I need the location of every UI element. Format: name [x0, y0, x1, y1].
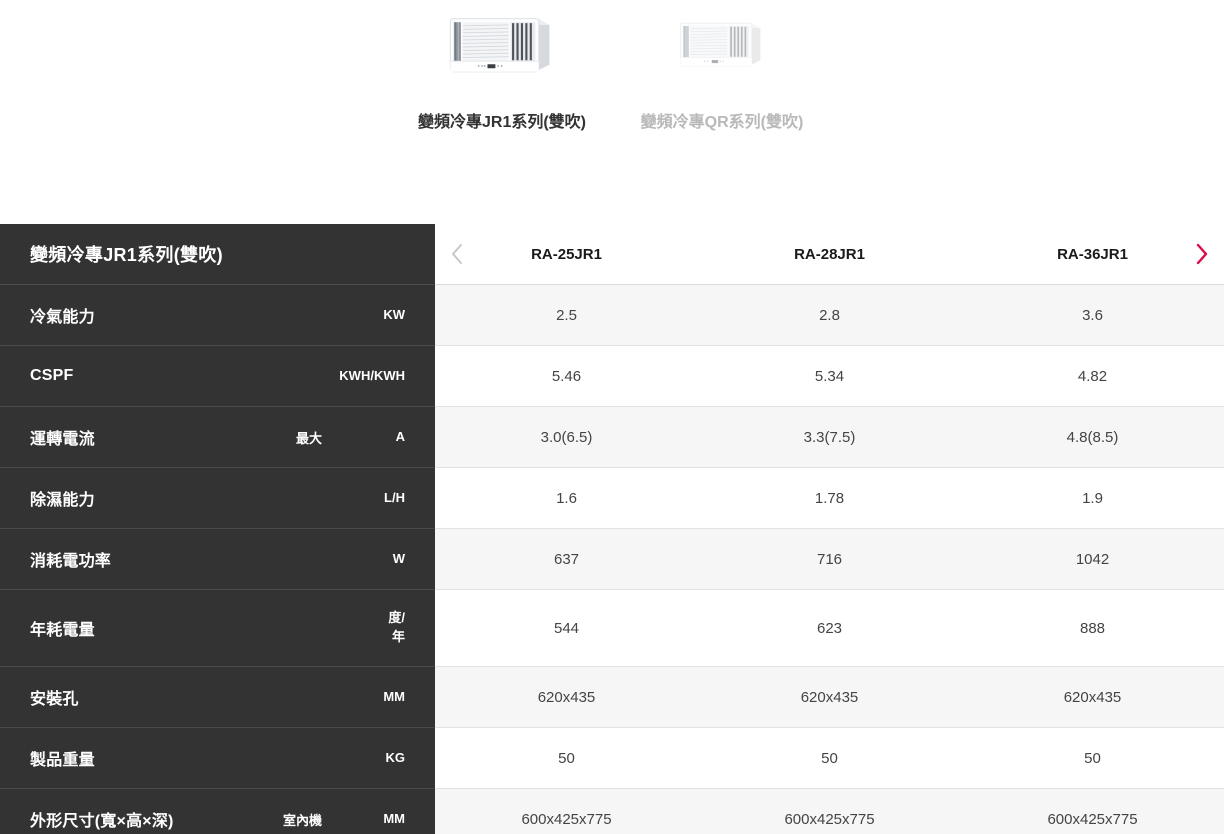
spec-value: 637	[553, 550, 580, 568]
spec-row: 安裝孔 MM 620x435 620x435 620x435	[0, 667, 1224, 728]
spec-values-row: 5.46 5.34 4.82	[435, 346, 1224, 407]
spec-label-cell: 年耗電量 度/ 年	[0, 590, 435, 667]
spec-label-cell: 外形尺寸(寬×高×深) 室內機 MM	[0, 789, 435, 834]
spec-value: 3.3(7.5)	[803, 428, 856, 446]
spec-value: 2.5	[556, 306, 577, 324]
spec-value: 600x425x775	[1047, 810, 1138, 828]
model-column-header: RA-25JR1	[531, 245, 602, 263]
spec-value: 623	[816, 619, 843, 637]
spec-row: CSPF KWH/KWH 5.46 5.34 4.82	[0, 346, 1224, 407]
spec-value: 1.6	[556, 489, 577, 507]
spec-value: 5.46	[551, 367, 582, 385]
spec-value: 716	[816, 550, 843, 568]
spec-label-cell: 消耗電功率 W	[0, 529, 435, 590]
spec-value: 3.0(6.5)	[540, 428, 593, 446]
spec-values-row: 544 623 888	[435, 590, 1224, 667]
chevron-right-icon	[1196, 243, 1208, 265]
spec-value: 544	[553, 619, 580, 637]
spec-row: 年耗電量 度/ 年 544 623 888	[0, 590, 1224, 667]
product-image-jr1	[445, 8, 560, 96]
spec-sublabel: 最大	[295, 430, 322, 446]
spec-values-row: 620x435 620x435 620x435	[435, 667, 1224, 728]
spec-unit: MM	[383, 688, 405, 704]
spec-value: 620x435	[800, 688, 859, 706]
spec-value: 4.82	[1077, 367, 1108, 385]
spec-values-row: 2.5 2.8 3.6	[435, 285, 1224, 346]
spec-label-cell: 製品重量 KG	[0, 728, 435, 789]
spec-value: 620x435	[1063, 688, 1122, 706]
spec-label: CSPF	[30, 367, 74, 384]
model-column-header: RA-36JR1	[1057, 245, 1128, 263]
spec-row: 消耗電功率 W 637 716 1042	[0, 529, 1224, 590]
product-tab-qr[interactable]: 變頻冷專QR系列(雙吹)	[612, 8, 832, 133]
spec-label-cell: 冷氣能力 KW	[0, 285, 435, 346]
spec-value: 3.6	[1082, 306, 1103, 324]
prev-models-button[interactable]	[445, 242, 469, 266]
spec-value: 4.8(8.5)	[1066, 428, 1119, 446]
spec-values-row: 50 50 50	[435, 728, 1224, 789]
spec-value: 1.78	[814, 489, 845, 507]
spec-label: 外形尺寸(寬×高×深)	[30, 813, 174, 830]
next-models-button[interactable]	[1190, 242, 1214, 266]
spec-value: 2.8	[819, 306, 840, 324]
spec-unit: KW	[383, 306, 405, 322]
spec-values-row: 637 716 1042	[435, 529, 1224, 590]
spec-value: 1042	[1075, 550, 1110, 568]
chevron-left-icon	[452, 244, 462, 264]
spec-unit: L/H	[384, 489, 405, 505]
spec-value: 50	[821, 749, 838, 767]
ac-unit-illustration	[449, 18, 549, 73]
spec-label: 冷氣能力	[30, 309, 95, 326]
spec-value: 620x435	[537, 688, 596, 706]
product-series-picker: 變頻冷專JR1系列(雙吹) 變頻冷專QR系列(雙吹)	[0, 0, 1224, 224]
spec-unit: KWH/KWH	[339, 367, 405, 383]
spec-label: 製品重量	[30, 752, 95, 769]
spec-row: 運轉電流 最大 A 3.0(6.5) 3.3(7.5) 4.8(8.5)	[0, 407, 1224, 468]
spec-values-row: 1.6 1.78 1.9	[435, 468, 1224, 529]
spec-label: 除濕能力	[30, 492, 95, 509]
model-header-row: RA-25JR1 RA-28JR1 RA-36JR1	[435, 224, 1224, 285]
model-column-header: RA-28JR1	[794, 245, 865, 263]
spec-value: 50	[1084, 749, 1101, 767]
spec-value: 888	[1079, 619, 1106, 637]
spec-label: 年耗電量	[30, 622, 95, 639]
spec-values-row: 3.0(6.5) 3.3(7.5) 4.8(8.5)	[435, 407, 1224, 468]
spec-row: 製品重量 KG 50 50 50	[0, 728, 1224, 789]
spec-value: 1.9	[1082, 489, 1103, 507]
product-tab-label-jr1[interactable]: 變頻冷專JR1系列(雙吹)	[411, 112, 593, 133]
spec-value: 600x425x775	[784, 810, 875, 828]
product-tab-jr1[interactable]: 變頻冷專JR1系列(雙吹)	[392, 8, 612, 133]
series-title: 變頻冷專JR1系列(雙吹)	[30, 245, 223, 265]
spec-value: 600x425x775	[521, 810, 612, 828]
spec-label: 消耗電功率	[30, 553, 112, 570]
spec-label: 運轉電流	[30, 431, 95, 448]
spec-label: 安裝孔	[30, 691, 79, 708]
spec-unit: KG	[385, 749, 406, 765]
ac-unit-illustration	[679, 22, 760, 67]
spec-unit: MM	[383, 810, 405, 826]
spec-table-header: 變頻冷專JR1系列(雙吹) RA-25JR1 RA-28JR1 RA-36JR1	[0, 224, 1224, 285]
product-image-qr	[676, 8, 769, 96]
spec-rows: 冷氣能力 KW 2.5 2.8 3.6 CSPF KWH/KWH 5.46 5.34 4.82 運轉…	[0, 285, 1224, 834]
spec-label-cell: 安裝孔 MM	[0, 667, 435, 728]
spec-row: 除濕能力 L/H 1.6 1.78 1.9	[0, 468, 1224, 529]
spec-label-cell: 除濕能力 L/H	[0, 468, 435, 529]
spec-values-row: 600x425x775 600x425x775 600x425x775	[435, 789, 1224, 834]
spec-label-cell: 運轉電流 最大 A	[0, 407, 435, 468]
spec-sublabel: 室內機	[282, 812, 322, 828]
spec-unit: A	[395, 428, 405, 444]
spec-row: 冷氣能力 KW 2.5 2.8 3.6	[0, 285, 1224, 346]
spec-value: 5.34	[814, 367, 845, 385]
series-title-cell: 變頻冷專JR1系列(雙吹)	[0, 224, 435, 285]
spec-unit: 度/ 年	[388, 610, 405, 644]
product-tab-label-qr[interactable]: 變頻冷專QR系列(雙吹)	[631, 112, 813, 133]
spec-unit: W	[392, 550, 405, 566]
product-spec-page: 變頻冷專JR1系列(雙吹) 變頻冷專QR系列(雙吹) 變頻冷專JR1系列(雙吹)…	[0, 0, 1224, 834]
spec-table: 變頻冷專JR1系列(雙吹) RA-25JR1 RA-28JR1 RA-36JR1	[0, 224, 1224, 834]
spec-row: 外形尺寸(寬×高×深) 室內機 MM 600x425x775 600x425x775 60…	[0, 789, 1224, 834]
spec-label-cell: CSPF KWH/KWH	[0, 346, 435, 407]
spec-value: 50	[558, 749, 575, 767]
